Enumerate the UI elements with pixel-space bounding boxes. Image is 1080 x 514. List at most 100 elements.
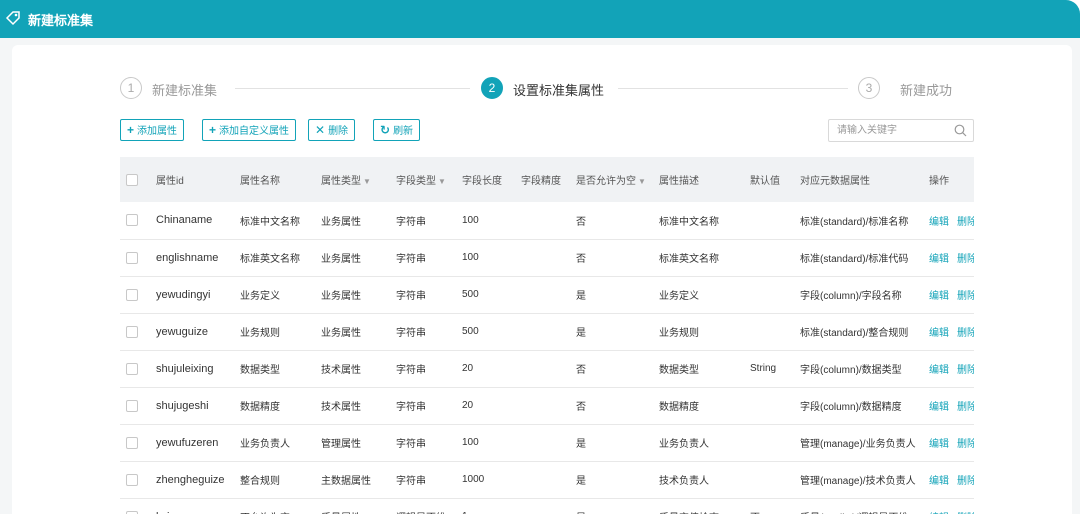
table-row[interactable]: shujuleixing 数据类型 技术属性 字符串 20 否数据类型 String 字段(c… — [120, 350, 974, 388]
delete-link[interactable]: 删除 — [957, 328, 974, 339]
actions-cell: 编辑删除 — [923, 313, 974, 351]
edit-link[interactable]: 编辑 — [929, 476, 949, 487]
add-custom-attribute-label: 添加自定义属性 — [219, 126, 290, 137]
column-header[interactable]: 属性类型 ▼ — [315, 157, 390, 202]
row-checkbox[interactable] — [126, 288, 138, 301]
edit-link[interactable]: 编辑 — [929, 217, 949, 228]
plus-icon: + — [127, 123, 135, 137]
attr-description-cell: 业务规则 — [653, 313, 744, 351]
table-row[interactable]: zhengheguize 整合规则 主数据属性 字符串 1000 是技术负责人 管理(man… — [120, 461, 974, 499]
field-precision-cell — [515, 313, 570, 351]
edit-link[interactable]: 编辑 — [929, 439, 949, 450]
refresh-icon: ↻ — [380, 123, 391, 137]
step-3-number: 3 — [858, 77, 880, 99]
actions-cell: 编辑删除 — [923, 424, 974, 462]
field-length-cell: 100 — [456, 202, 515, 240]
title-bar: 新建标准集 — [0, 0, 1080, 38]
delete-button[interactable]: ✕ 删除 — [308, 119, 356, 141]
add-custom-attribute-button[interactable]: + 添加自定义属性 — [202, 119, 297, 141]
metadata-attr-cell: 字段(column)/字段名称 — [794, 276, 923, 314]
field-type-cell: 字符串 — [390, 461, 456, 499]
metadata-attr-cell: 字段(column)/数据精度 — [794, 387, 923, 425]
attr-description-cell: 数据类型 — [653, 350, 744, 388]
attr-type-cell: 技术属性 — [315, 350, 390, 388]
table-row[interactable]: Chinaname 标准中文名称 业务属性 字符串 100 否标准中文名称 标准(stand… — [120, 202, 974, 240]
edit-link[interactable]: 编辑 — [929, 365, 949, 376]
edit-link[interactable]: 编辑 — [929, 402, 949, 413]
delete-link[interactable]: 删除 — [957, 476, 974, 487]
default-value-cell: String — [744, 350, 794, 388]
add-attribute-button[interactable]: + 添加属性 — [120, 119, 185, 141]
column-header[interactable]: 字段类型 ▼ — [390, 157, 456, 202]
filter-icon[interactable]: ▼ — [438, 177, 446, 186]
table-row[interactable]: shujugeshi 数据精度 技术属性 字符串 20 否数据精度 字段(column)/数… — [120, 387, 974, 425]
attr-type-cell: 主数据属性 — [315, 461, 390, 499]
row-checkbox[interactable] — [126, 436, 138, 449]
row-checkbox[interactable] — [126, 399, 138, 412]
attr-id-cell: kzjc — [150, 498, 234, 514]
row-checkbox[interactable] — [126, 251, 138, 264]
refresh-button[interactable]: ↻ 刷新 — [373, 119, 421, 141]
attr-description-cell: 质量空值检查 — [653, 498, 744, 514]
delete-link[interactable]: 删除 — [957, 254, 974, 265]
field-type-cell: 字符串 — [390, 350, 456, 388]
filter-icon[interactable]: ▼ — [638, 177, 646, 186]
select-all-checkbox[interactable] — [126, 173, 138, 186]
field-length-cell: 1000 — [456, 461, 515, 499]
attr-description-cell: 标准中文名称 — [653, 202, 744, 240]
row-checkbox[interactable] — [126, 362, 138, 375]
filter-icon[interactable]: ▼ — [363, 177, 371, 186]
nullable-cell: 是 — [570, 313, 653, 351]
delete-link[interactable]: 删除 — [957, 217, 974, 228]
edit-link[interactable]: 编辑 — [929, 328, 949, 339]
actions-cell: 编辑删除 — [923, 239, 974, 277]
field-type-cell: 字符串 — [390, 239, 456, 277]
attr-id-cell: yewufuzeren — [150, 424, 234, 462]
tag-icon — [5, 11, 20, 26]
field-type-cell: 字符串 — [390, 424, 456, 462]
field-length-cell: 20 — [456, 350, 515, 388]
page-title: 新建标准集 — [28, 13, 94, 28]
default-value-cell: 否 — [744, 498, 794, 514]
nullable-cell: 是 — [570, 424, 653, 462]
table-row[interactable]: kzjc不允许为空质量属性逻辑是否维1 是质量空值检查否质量(quality)/逻… — [120, 498, 974, 514]
delete-link[interactable]: 删除 — [957, 291, 974, 302]
column-header[interactable]: 是否允许为空 ▼ — [570, 157, 653, 202]
step-2-label: 设置标准集属性 — [513, 83, 605, 98]
delete-link[interactable]: 删除 — [957, 402, 974, 413]
delete-link[interactable]: 删除 — [957, 365, 974, 376]
nullable-cell: 是 — [570, 276, 653, 314]
default-value-cell — [744, 202, 794, 240]
delete-link[interactable]: 删除 — [957, 439, 974, 450]
step-2-number: 2 — [481, 77, 503, 99]
search-icon[interactable] — [954, 124, 967, 137]
attr-name-cell: 业务定义 — [234, 276, 315, 314]
table-row[interactable]: yewudingyi 业务定义 业务属性 字符串 500 是业务定义 字段(column)/… — [120, 276, 974, 314]
default-value-cell — [744, 313, 794, 351]
metadata-attr-cell: 标准(standard)/标准代码 — [794, 239, 923, 277]
delete-label: 删除 — [328, 126, 349, 137]
row-select-cell — [120, 313, 150, 351]
table-row[interactable]: yewuguize 业务规则 业务属性 字符串 500 是业务规则 标准(standard)… — [120, 313, 974, 351]
row-checkbox[interactable] — [126, 325, 138, 338]
edit-link[interactable]: 编辑 — [929, 291, 949, 302]
attr-type-cell: 管理属性 — [315, 424, 390, 462]
edit-link[interactable]: 编辑 — [929, 254, 949, 265]
attr-name-cell: 整合规则 — [234, 461, 315, 499]
table-row[interactable]: yewufuzeren 业务负责人 管理属性 字符串 100 是业务负责人 管理(manag… — [120, 424, 974, 462]
field-precision-cell — [515, 461, 570, 499]
metadata-attr-cell: 字段(column)/数据类型 — [794, 350, 923, 388]
step-1-number: 1 — [120, 77, 142, 99]
row-checkbox[interactable] — [126, 510, 138, 514]
attr-id-cell: yewudingyi — [150, 276, 234, 314]
row-checkbox[interactable] — [126, 214, 138, 227]
row-checkbox[interactable] — [126, 473, 138, 486]
metadata-attr-cell: 标准(standard)/整合规则 — [794, 313, 923, 351]
metadata-attr-cell: 标准(standard)/标准名称 — [794, 202, 923, 240]
field-precision-cell — [515, 424, 570, 462]
attr-name-cell: 业务负责人 — [234, 424, 315, 462]
nullable-cell: 是 — [570, 461, 653, 499]
step-connector — [235, 88, 470, 89]
search-input[interactable] — [829, 120, 944, 141]
table-row[interactable]: englishname 标准英文名称 业务属性 字符串 100 否标准英文名称 标准(sta… — [120, 239, 974, 277]
